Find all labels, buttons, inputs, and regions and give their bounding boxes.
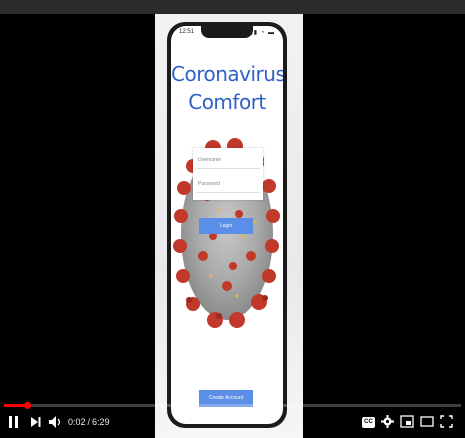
video-top-bar [0,0,465,14]
password-input[interactable]: Password [196,175,260,193]
theater-mode-icon[interactable] [420,416,434,427]
next-icon[interactable] [30,416,42,428]
username-input[interactable]: Username [196,151,260,169]
captions-button[interactable]: CC [362,417,375,428]
phone-notch [201,26,253,38]
current-time: 0:02 [68,417,86,427]
time-display: 0:02/6:29 [68,417,110,427]
duration: 6:29 [92,417,110,427]
pause-icon[interactable] [8,415,20,429]
volume-icon[interactable] [48,415,62,429]
player-controls: 0:02/6:29 CC [0,409,465,438]
miniplayer-icon[interactable] [400,415,414,428]
app-title-line-2: Comfort [188,90,266,114]
progress-scrubber[interactable] [24,402,31,409]
app-title: Coronavirus Comfort [171,60,283,116]
fullscreen-icon[interactable] [440,415,453,428]
phone-mockup: 12:51 ▮▮ ◔ ▬ Coronavirus Comfort Usernam… [167,22,287,428]
login-button[interactable]: Login [199,218,253,234]
status-bar-icons: ▮▮ ◔ ▬ [249,30,275,36]
login-form: Username Password [193,148,263,200]
progress-bar[interactable] [4,402,461,409]
app-title-line-1: Coronavirus [171,62,283,86]
phone-screen: 12:51 ▮▮ ◔ ▬ Coronavirus Comfort Usernam… [171,26,283,424]
gear-icon[interactable] [381,415,394,428]
time-separator: / [87,417,91,427]
status-bar-time: 12:51 [179,29,195,35]
